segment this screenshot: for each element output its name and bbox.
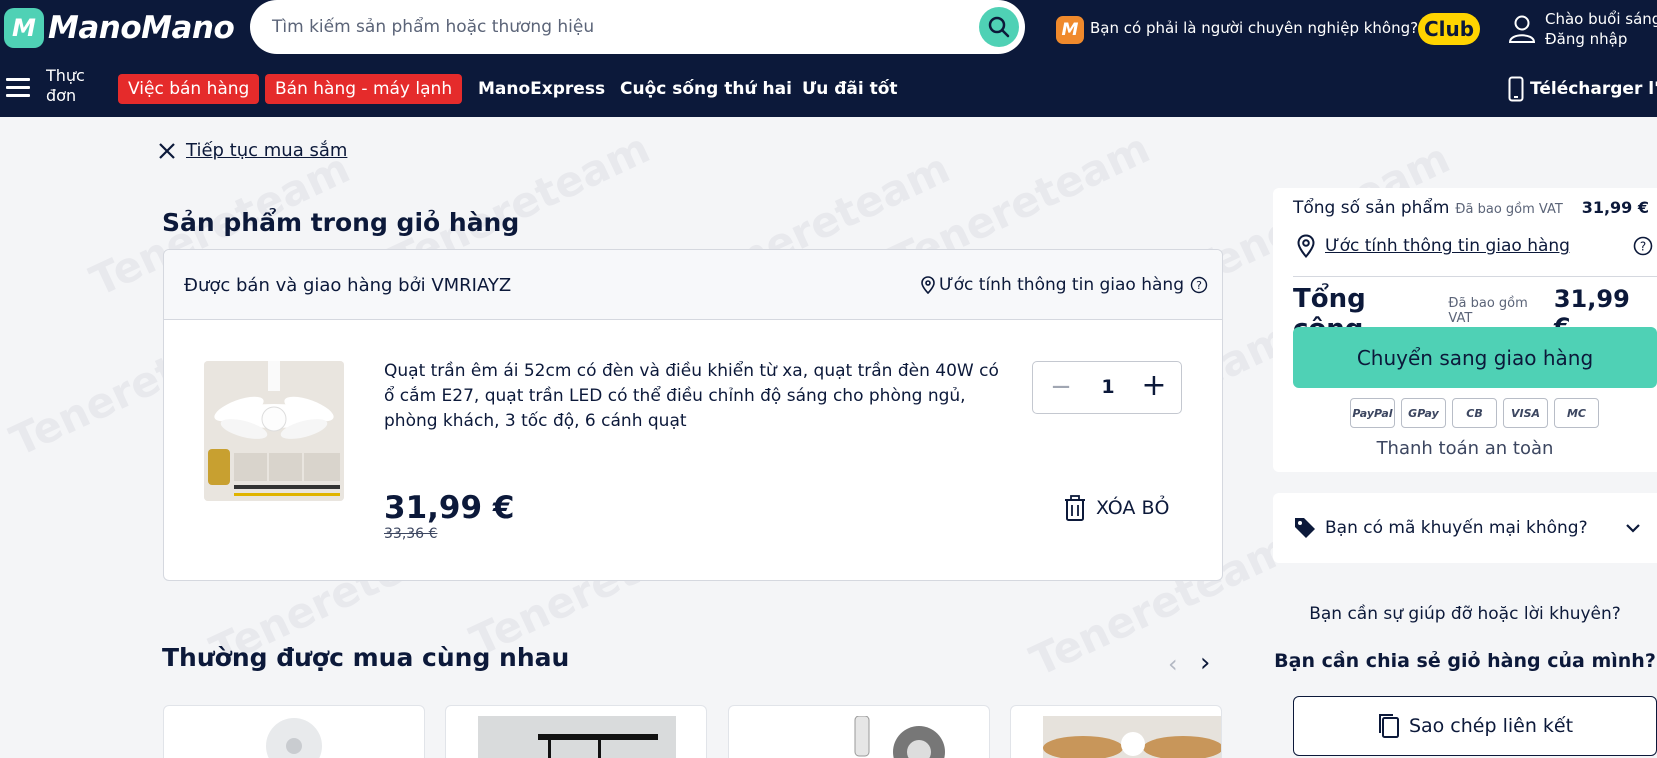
app-download-text: Télécharger l'ap — [1530, 79, 1657, 99]
logo-mark: M — [4, 8, 44, 48]
hamburger-menu-icon[interactable] — [6, 78, 30, 98]
svg-text:?: ? — [1640, 240, 1646, 254]
search-input[interactable]: Tìm kiếm sản phẩm hoặc thương hiệu — [250, 0, 1025, 54]
pro-question-link[interactable]: Bạn có phải là người chuyên nghiệp không… — [1090, 19, 1418, 37]
increase-quantity-button[interactable]: + — [1141, 371, 1167, 401]
search-placeholder: Tìm kiếm sản phẩm hoặc thương hiệu — [272, 17, 595, 37]
user-icon[interactable] — [1508, 14, 1536, 44]
copy-link-button[interactable]: Sao chép liên kết — [1293, 696, 1657, 756]
cart-title: Sản phẩm trong giỏ hàng — [162, 208, 520, 237]
promo-code-text: Bạn có mã khuyến mại không? — [1325, 518, 1588, 538]
greeting-text: Chào buổi sáng — [1545, 10, 1657, 28]
trash-icon — [1065, 495, 1085, 521]
login-text: Đăng nhập — [1545, 30, 1628, 48]
nav-pill-aircon-sales[interactable]: Bán hàng - máy lạnh — [265, 74, 463, 104]
payment-methods: PayPal GPay CB VISA MC — [1350, 398, 1599, 428]
menu-label[interactable]: Thực đơn — [46, 66, 96, 104]
tag-icon — [1295, 518, 1315, 538]
shipping-estimate-row[interactable]: Ước tính thông tin giao hàng ? — [1297, 234, 1657, 258]
help-question[interactable]: Bạn cần sự giúp đỡ hoặc lời khuyên? — [1273, 604, 1657, 624]
decrease-quantity-button[interactable]: − — [1049, 374, 1073, 400]
nav-link-good-deals[interactable]: Ưu đãi tốt — [802, 79, 898, 99]
mastercard-icon: MC — [1554, 398, 1599, 428]
top-header: M ManoMano Tìm kiếm sản phẩm hoặc thương… — [0, 0, 1657, 117]
cb-icon: CB — [1452, 398, 1497, 428]
app-download-link[interactable]: Télécharger l'ap — [1508, 76, 1657, 102]
nav-link-second-life[interactable]: Cuộc sống thứ hai — [620, 79, 792, 99]
club-badge[interactable]: Club — [1418, 13, 1480, 45]
promo-code-toggle[interactable]: Bạn có mã khuyến mại không? — [1273, 493, 1657, 563]
gpay-icon: GPay — [1401, 398, 1446, 428]
shipping-estimate-text: Ước tính thông tin giao hàng — [939, 275, 1184, 295]
products-total-label: Tổng số sản phẩm — [1293, 198, 1450, 218]
remove-button[interactable]: XÓA BỎ — [1064, 495, 1169, 521]
logo-text: ManoMano — [48, 10, 235, 46]
phone-icon — [1508, 76, 1524, 102]
quantity-value[interactable]: 1 — [1093, 376, 1123, 398]
divider — [1293, 276, 1657, 277]
frequently-bought-title: Thường được mua cùng nhau — [162, 643, 570, 672]
wood-fan-thumbnail — [1043, 716, 1221, 758]
product-old-price: 33,36 € — [384, 526, 438, 542]
seller-header: Được bán và giao hàng bởi VMRIAYZ Ước tí… — [164, 250, 1222, 320]
bulb-socket-thumbnail — [854, 716, 945, 758]
copy-link-text: Sao chép liên kết — [1408, 715, 1574, 737]
recommended-product-card[interactable] — [728, 705, 990, 758]
vat-note: Đã bao gồm VAT — [1455, 202, 1563, 217]
close-icon — [159, 142, 175, 159]
shipping-estimate-text: Ước tính thông tin giao hàng — [1325, 236, 1570, 256]
location-pin-icon — [1297, 234, 1315, 258]
location-pin-icon — [921, 276, 935, 294]
checkout-button[interactable]: Chuyển sang giao hàng — [1293, 327, 1657, 388]
search-icon — [988, 16, 1010, 38]
nav-link-manoexpress[interactable]: ManoExpress — [478, 79, 605, 99]
pro-icon: M — [1056, 16, 1084, 44]
chevron-down-icon — [1626, 524, 1640, 533]
search-button[interactable] — [979, 7, 1019, 47]
product-price: 31,99 € — [384, 490, 515, 526]
ceiling-fan-image — [204, 361, 344, 501]
nav-pill-sales[interactable]: Việc bán hàng — [118, 74, 260, 104]
seller-name: Được bán và giao hàng bởi VMRIAYZ — [184, 275, 512, 296]
account-greeting[interactable]: Chào buổi sáng Đăng nhập — [1545, 9, 1657, 49]
products-total-value: 31,99 € — [1581, 198, 1649, 217]
carousel-prev-button[interactable]: ‹ — [1168, 650, 1178, 678]
share-cart-title: Bạn cần chia sẻ giỏ hàng của mình? — [1274, 650, 1656, 672]
products-total-row: Tổng số sản phẩm Đã bao gồm VAT 31,99 € — [1293, 198, 1653, 218]
product-title-link[interactable]: Quạt trần êm ái 52cm có đèn và điều khiể… — [384, 359, 1009, 434]
recommended-product-card[interactable] — [445, 705, 707, 758]
recommended-product-card[interactable] — [163, 705, 425, 758]
carousel-next-button[interactable]: › — [1200, 648, 1210, 678]
remove-text: XÓA BỎ — [1096, 497, 1170, 519]
visa-icon: VISA — [1503, 398, 1548, 428]
total-vat-note: Đã bao gồm VAT — [1448, 296, 1528, 326]
seller-card: Được bán và giao hàng bởi VMRIAYZ Ước tí… — [163, 249, 1223, 581]
pendant-light-thumbnail — [478, 716, 676, 758]
svg-text:?: ? — [1196, 279, 1202, 292]
continue-shopping-link[interactable]: Tiếp tục mua sắm — [158, 140, 347, 161]
copy-icon — [1378, 714, 1399, 738]
quantity-stepper: − 1 + — [1032, 361, 1182, 414]
secure-payment-text: Thanh toán an toàn — [1376, 438, 1554, 459]
paypal-icon: PayPal — [1350, 398, 1395, 428]
manomano-logo[interactable]: M ManoMano — [4, 8, 235, 48]
fan-thumbnail — [266, 718, 322, 758]
recommended-product-card[interactable] — [1010, 705, 1222, 758]
product-image[interactable] — [204, 361, 344, 501]
order-summary: Tổng số sản phẩm Đã bao gồm VAT 31,99 € … — [1273, 188, 1657, 472]
help-icon[interactable]: ? — [1633, 236, 1653, 256]
shipping-estimate-link[interactable]: Ước tính thông tin giao hàng ? — [921, 275, 1208, 295]
help-icon[interactable]: ? — [1190, 276, 1208, 294]
continue-shopping-text: Tiếp tục mua sắm — [186, 140, 348, 161]
